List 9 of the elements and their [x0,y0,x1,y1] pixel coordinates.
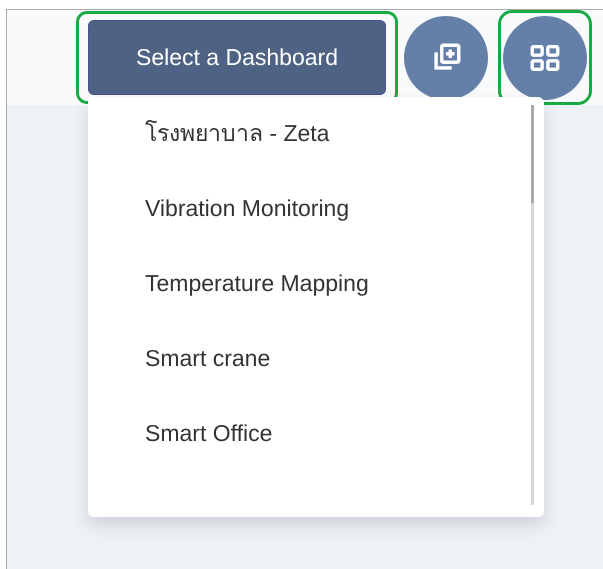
dashboard-option[interactable]: Temperature Mapping [145,267,531,300]
dashboard-option[interactable]: โรงพยาบาล - Zeta [145,117,531,150]
dashboard-option[interactable]: Vibration Monitoring [145,192,531,225]
select-dashboard-button[interactable]: Select a Dashboard [88,20,386,95]
scrollbar[interactable] [531,105,534,505]
grid-view-button[interactable] [503,16,587,100]
scrollbar-thumb[interactable] [531,105,534,203]
dashboard-option[interactable]: Smart Office [145,417,531,450]
dashboard-option[interactable]: Smart crane [145,342,531,375]
